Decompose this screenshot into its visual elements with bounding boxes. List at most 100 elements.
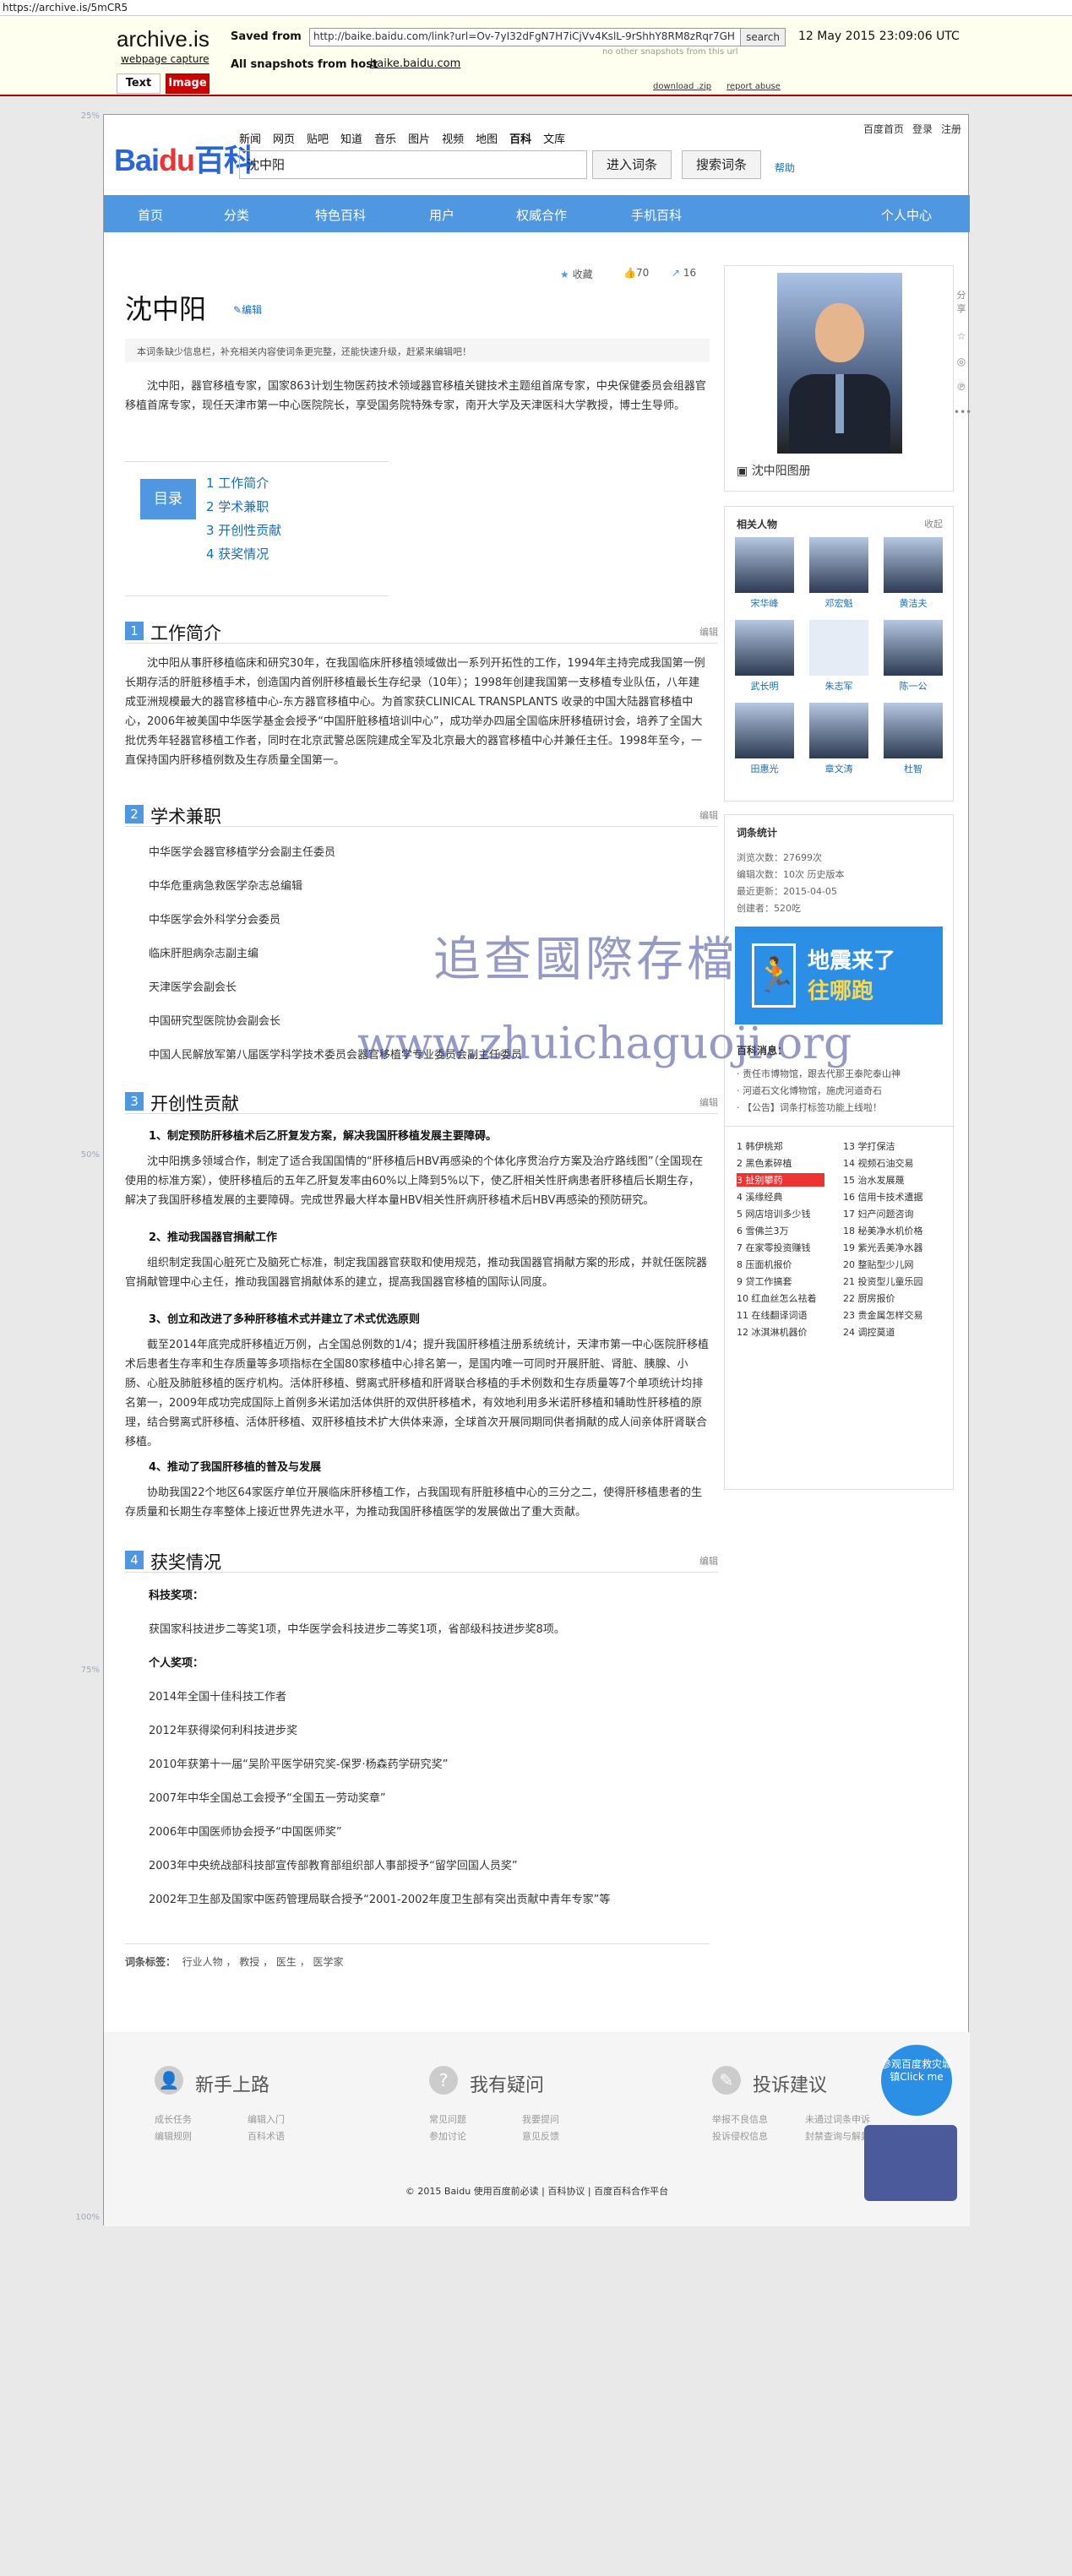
nav-featured[interactable]: 特色百科 [315, 206, 366, 224]
section-edit-link[interactable]: 编辑 [699, 808, 718, 822]
news-item[interactable]: · 河道石文化博物馆，施虎河道奇石 [737, 1084, 882, 1097]
hot-item[interactable]: 16 信用卡技术遭据 [843, 1190, 923, 1204]
qzone-icon[interactable]: ℗ [954, 381, 969, 393]
archive-logo[interactable]: archive.is [117, 26, 210, 52]
related-person[interactable]: 黄洁夫 [882, 537, 944, 610]
hot-item[interactable]: 19 紫光丢美净水器 [843, 1241, 923, 1254]
footer-link[interactable]: 投诉侵权信息 [712, 2129, 768, 2143]
hot-item[interactable]: 5 网店培训多少钱 [737, 1207, 811, 1220]
hot-item[interactable]: 4 溪缘经典 [737, 1190, 783, 1204]
hot-item[interactable]: 6 雪佛兰3万 [737, 1224, 789, 1237]
search-entry-button[interactable]: 搜索词条 [682, 150, 761, 179]
footer-link[interactable]: 举报不良信息 [712, 2112, 768, 2126]
nav-personal-center[interactable]: 个人中心 [881, 206, 932, 224]
stat-edits[interactable]: 编辑次数：10次 历史版本 [737, 867, 845, 881]
hot-item[interactable]: 2 黑色素碎植 [737, 1156, 792, 1170]
related-person[interactable]: 宋华峰 [733, 537, 796, 610]
category-wenku[interactable]: 文库 [543, 133, 565, 146]
hot-item[interactable]: 24 调控莫道 [843, 1325, 895, 1339]
collect-button[interactable]: ★ 收藏 [560, 267, 593, 281]
nav-category[interactable]: 分类 [224, 206, 249, 224]
footer-link[interactable]: 封禁查询与解封 [805, 2129, 870, 2143]
toc-item[interactable]: 1 工作简介 [206, 474, 269, 492]
related-person[interactable]: 武长明 [733, 620, 796, 693]
hot-item[interactable]: 23 贵金属怎样交易 [843, 1308, 923, 1322]
category-zhidao[interactable]: 知道 [340, 133, 362, 146]
toc-item[interactable]: 4 获奖情况 [206, 545, 269, 562]
title-edit-link[interactable]: ✎编辑 [233, 302, 262, 317]
stat-creator[interactable]: 创建者：520吃 [737, 901, 801, 915]
category-map[interactable]: 地图 [476, 133, 498, 146]
tab-text[interactable]: Text [117, 73, 161, 94]
download-zip-link[interactable]: download .zip [653, 82, 711, 91]
footer-link[interactable]: 未通过词条申诉 [805, 2112, 870, 2126]
nav-partners[interactable]: 权威合作 [516, 206, 567, 224]
hot-item[interactable]: 15 治水发展蔑 [843, 1173, 905, 1187]
album-link[interactable]: ▣ 沈中阳图册 [737, 462, 811, 479]
url-bar[interactable]: https://archive.is/5mCR5 [0, 0, 1072, 16]
footer-link[interactable]: 我要提问 [522, 2112, 559, 2126]
hot-item[interactable]: 9 贷工作搞套 [737, 1274, 792, 1288]
weibo-icon[interactable]: ◎ [954, 356, 969, 367]
hot-item[interactable]: 18 秘美净水机价格 [843, 1224, 923, 1237]
category-music[interactable]: 音乐 [374, 133, 396, 146]
baike-search-input[interactable]: 沈中阳 [239, 150, 587, 179]
archive-search-button[interactable]: search [740, 28, 786, 46]
section-edit-link[interactable]: 编辑 [699, 1095, 718, 1109]
related-person[interactable]: 章文涛 [808, 703, 870, 775]
footer-link[interactable]: 编辑规则 [155, 2129, 192, 2143]
enter-entry-button[interactable]: 进入词条 [592, 150, 672, 179]
related-person[interactable]: 邓宏魁 [808, 537, 870, 610]
tags-list[interactable]: 行业人物 ， 教授 ， 医生 ， 医学家 [182, 1956, 344, 1968]
hot-item[interactable]: 8 压面机报价 [737, 1258, 792, 1271]
footer-link[interactable]: 意见反馈 [522, 2129, 559, 2143]
related-person[interactable]: 朱志军 [808, 620, 870, 693]
hot-item[interactable]: 7 在家零投资赚钱 [737, 1241, 811, 1254]
portrait-photo[interactable] [777, 273, 902, 454]
share-count-button[interactable]: ↗ 16 [672, 267, 696, 279]
hot-item[interactable]: 11 在线翻译词语 [737, 1308, 808, 1322]
host-link[interactable]: baike.baidu.com [370, 57, 460, 70]
hot-item[interactable]: 22 厨房报价 [843, 1291, 895, 1305]
category-web[interactable]: 网页 [273, 133, 295, 146]
baidu-baike-logo[interactable]: Baidu百科 [114, 136, 254, 180]
news-item[interactable]: · 【公告】词条打标签功能上线啦！ [737, 1101, 882, 1114]
toc-item[interactable]: 3 开创性贡献 [206, 521, 281, 539]
footer-link[interactable]: 参加讨论 [429, 2129, 466, 2143]
hot-item[interactable]: 20 整贴型少儿网 [843, 1258, 914, 1271]
like-button[interactable]: 👍70 [623, 267, 649, 279]
nav-users[interactable]: 用户 [429, 206, 454, 224]
nav-mobile[interactable]: 手机百科 [631, 206, 682, 224]
hot-item-selected[interactable]: 3 扯别攀药 [737, 1173, 824, 1187]
footer-link[interactable]: 常见问题 [429, 2112, 466, 2126]
category-video[interactable]: 视频 [442, 133, 464, 146]
category-tieba[interactable]: 贴吧 [307, 133, 329, 146]
more-icon[interactable]: ••• [954, 406, 971, 418]
category-baike[interactable]: 百科 [509, 133, 531, 146]
section-edit-link[interactable]: 编辑 [699, 1554, 718, 1568]
category-images[interactable]: 图片 [408, 133, 430, 146]
star-icon[interactable]: ☆ [954, 330, 969, 342]
hot-item[interactable]: 21 投资型儿童乐园 [843, 1274, 923, 1288]
hot-item[interactable]: 13 学打保洁 [843, 1139, 895, 1153]
hot-item[interactable]: 17 妇产问题咨询 [843, 1207, 914, 1220]
related-person[interactable]: 陈一公 [882, 620, 944, 693]
hot-item[interactable]: 12 冰淇淋机器价 [737, 1325, 808, 1339]
register-link[interactable]: 注册 [941, 123, 961, 135]
category-news[interactable]: 新闻 [239, 133, 261, 146]
help-link[interactable]: 帮助 [775, 160, 795, 175]
footer-link[interactable]: 百科术语 [248, 2129, 285, 2143]
disaster-town-badge[interactable]: 参观百度救灾城镇Click me [881, 2045, 952, 2116]
hot-item[interactable]: 10 红血丝怎么祛着 [737, 1291, 817, 1305]
saved-url-input[interactable]: http://baike.baidu.com/link?url=Ov-7yI32… [309, 28, 784, 46]
login-link[interactable]: 登录 [912, 123, 933, 135]
related-person[interactable]: 田惠光 [733, 703, 796, 775]
report-abuse-link[interactable]: report abuse [726, 82, 781, 91]
hot-item[interactable]: 14 视频石油交易 [843, 1156, 914, 1170]
hot-item[interactable]: 1 韩伊桃郑 [737, 1139, 783, 1153]
earthquake-banner[interactable]: 🏃 地震来了 往哪跑 [725, 927, 955, 1024]
related-person[interactable]: 杜智 [882, 703, 944, 775]
tab-image[interactable]: Image [166, 73, 210, 94]
nav-home[interactable]: 首页 [138, 206, 163, 224]
footer-link[interactable]: 成长任务 [155, 2112, 192, 2126]
